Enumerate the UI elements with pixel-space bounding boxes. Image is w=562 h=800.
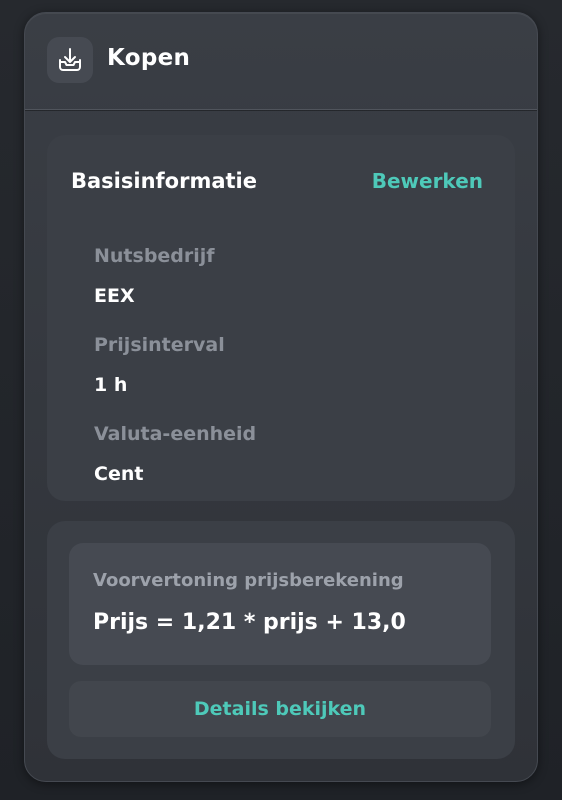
currency-unit-label: Valuta-eenheid: [94, 423, 257, 445]
download-tray-icon: [47, 37, 93, 83]
price-formula: Prijs = 1,21 * prijs + 13,0: [93, 610, 406, 635]
price-interval-label: Prijsinterval: [94, 334, 225, 356]
basic-info-title: Basisinformatie: [71, 169, 257, 193]
utility-value: EEX: [94, 285, 135, 307]
currency-unit-value: Cent: [94, 463, 144, 485]
buy-panel: Kopen Basisinformatie Bewerken Nutsbedri…: [24, 12, 538, 782]
utility-label: Nutsbedrijf: [94, 245, 215, 267]
price-interval-value: 1 h: [94, 374, 128, 396]
view-details-button[interactable]: Details bekijken: [69, 681, 491, 737]
panel-header: Kopen: [25, 13, 537, 110]
price-calculation-preview: Voorvertoning prijsberekening Prijs = 1,…: [69, 543, 491, 665]
basic-info-card: Basisinformatie Bewerken Nutsbedrijf EEX…: [47, 135, 515, 501]
preview-label: Voorvertoning prijsberekening: [93, 570, 404, 591]
price-preview-card: Voorvertoning prijsberekening Prijs = 1,…: [47, 521, 515, 759]
edit-button[interactable]: Bewerken: [372, 169, 483, 193]
page-title: Kopen: [107, 45, 191, 71]
